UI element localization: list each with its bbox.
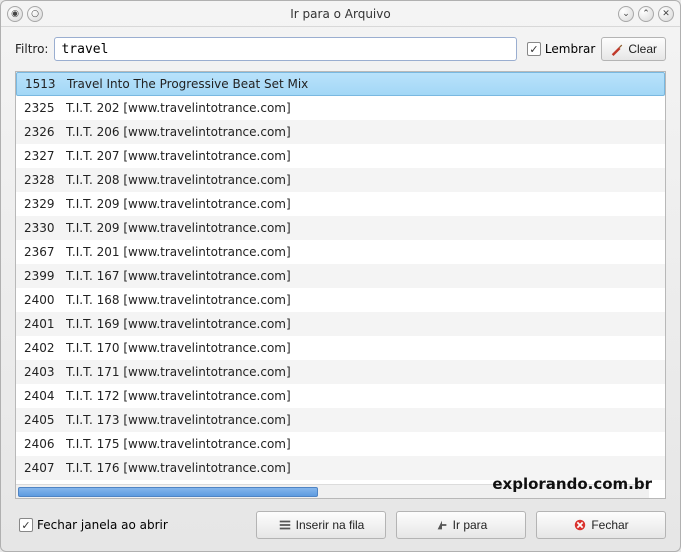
list-row[interactable]: 2403T.I.T. 171 [www.travelintotrance.com… <box>16 360 665 384</box>
row-id: 2328 <box>24 173 66 187</box>
row-title: T.I.T. 207 [www.travelintotrance.com] <box>66 149 657 163</box>
list-row[interactable]: 2367T.I.T. 201 [www.travelintotrance.com… <box>16 240 665 264</box>
checkmark-icon: ✓ <box>527 42 541 56</box>
row-title: T.I.T. 208 [www.travelintotrance.com] <box>66 173 657 187</box>
row-id: 2405 <box>24 413 66 427</box>
app-menu-icon[interactable]: ◉ <box>7 6 23 22</box>
queue-button-label: Inserir na fila <box>296 518 365 532</box>
checkmark-icon: ✓ <box>19 518 33 532</box>
filter-label: Filtro: <box>15 42 48 56</box>
close-button-label: Fechar <box>591 518 628 532</box>
filter-row: Filtro: ✓ Lembrar Clear <box>15 37 666 61</box>
row-id: 2407 <box>24 461 66 475</box>
row-id: 2330 <box>24 221 66 235</box>
list-row[interactable]: 1513Travel Into The Progressive Beat Set… <box>16 72 665 96</box>
row-id: 2325 <box>24 101 66 115</box>
close-window-icon[interactable]: ✕ <box>658 6 674 22</box>
queue-icon <box>278 518 292 532</box>
dialog-content: Filtro: ✓ Lembrar Clear 1513Travel Into … <box>1 27 680 551</box>
row-title: T.I.T. 209 [www.travelintotrance.com] <box>66 221 657 235</box>
list-row[interactable]: 2402T.I.T. 170 [www.travelintotrance.com… <box>16 336 665 360</box>
go-button-label: Ir para <box>453 518 488 532</box>
broom-icon <box>610 42 624 56</box>
dialog-footer: ✓ Fechar janela ao abrir Inserir na fila… <box>15 505 666 539</box>
horizontal-scroll-thumb[interactable] <box>18 487 318 497</box>
row-title: T.I.T. 175 [www.travelintotrance.com] <box>66 437 657 451</box>
row-title: Travel Into The Progressive Beat Set Mix <box>67 77 656 91</box>
row-id: 2367 <box>24 245 66 259</box>
remember-label: Lembrar <box>545 42 595 56</box>
close-button[interactable]: Fechar <box>536 511 666 539</box>
list-row[interactable]: 2329T.I.T. 209 [www.travelintotrance.com… <box>16 192 665 216</box>
row-title: T.I.T. 202 [www.travelintotrance.com] <box>66 101 657 115</box>
titlebar: ◉ ○ Ir para o Arquivo ⌄ ⌃ ✕ <box>1 1 680 27</box>
close-on-open-label: Fechar janela ao abrir <box>37 518 168 532</box>
row-id: 2404 <box>24 389 66 403</box>
row-title: T.I.T. 201 [www.travelintotrance.com] <box>66 245 657 259</box>
row-id: 2326 <box>24 125 66 139</box>
maximize-icon[interactable]: ⌃ <box>638 6 654 22</box>
sticky-icon[interactable]: ○ <box>27 6 43 22</box>
row-title: T.I.T. 170 [www.travelintotrance.com] <box>66 341 657 355</box>
list-row[interactable]: 2327T.I.T. 207 [www.travelintotrance.com… <box>16 144 665 168</box>
row-title: T.I.T. 209 [www.travelintotrance.com] <box>66 197 657 211</box>
list-row[interactable]: 2401T.I.T. 169 [www.travelintotrance.com… <box>16 312 665 336</box>
close-on-open-checkbox[interactable]: ✓ Fechar janela ao abrir <box>19 518 168 532</box>
filter-input[interactable] <box>54 37 516 61</box>
row-id: 2329 <box>24 197 66 211</box>
row-id: 2401 <box>24 317 66 331</box>
row-id: 2400 <box>24 293 66 307</box>
jump-icon <box>435 518 449 532</box>
window-title: Ir para o Arquivo <box>1 7 680 21</box>
row-title: T.I.T. 171 [www.travelintotrance.com] <box>66 365 657 379</box>
list-row[interactable]: 2405T.I.T. 173 [www.travelintotrance.com… <box>16 408 665 432</box>
list-row[interactable]: 2330T.I.T. 209 [www.travelintotrance.com… <box>16 216 665 240</box>
list-row[interactable]: 2399T.I.T. 167 [www.travelintotrance.com… <box>16 264 665 288</box>
row-id: 2327 <box>24 149 66 163</box>
row-title: T.I.T. 176 [www.travelintotrance.com] <box>66 461 657 475</box>
row-id: 2406 <box>24 437 66 451</box>
remember-checkbox[interactable]: ✓ Lembrar <box>527 42 595 56</box>
row-title: T.I.T. 173 [www.travelintotrance.com] <box>66 413 657 427</box>
list-row[interactable]: 2407T.I.T. 176 [www.travelintotrance.com… <box>16 456 665 480</box>
list-row[interactable]: 2406T.I.T. 175 [www.travelintotrance.com… <box>16 432 665 456</box>
row-title: T.I.T. 172 [www.travelintotrance.com] <box>66 389 657 403</box>
results-scroll[interactable]: 1513Travel Into The Progressive Beat Set… <box>16 72 665 484</box>
list-row[interactable]: 2400T.I.T. 168 [www.travelintotrance.com… <box>16 288 665 312</box>
row-id: 1513 <box>25 77 67 91</box>
list-row[interactable]: 2326T.I.T. 206 [www.travelintotrance.com… <box>16 120 665 144</box>
list-row[interactable]: 2404T.I.T. 172 [www.travelintotrance.com… <box>16 384 665 408</box>
horizontal-scrollbar[interactable] <box>16 484 649 498</box>
minimize-icon[interactable]: ⌄ <box>618 6 634 22</box>
list-row[interactable]: 2325T.I.T. 202 [www.travelintotrance.com… <box>16 96 665 120</box>
row-title: T.I.T. 167 [www.travelintotrance.com] <box>66 269 657 283</box>
dialog-window: ◉ ○ Ir para o Arquivo ⌄ ⌃ ✕ Filtro: ✓ Le… <box>0 0 681 552</box>
row-title: T.I.T. 169 [www.travelintotrance.com] <box>66 317 657 331</box>
results-list: 1513Travel Into The Progressive Beat Set… <box>15 71 666 499</box>
row-id: 2403 <box>24 365 66 379</box>
go-button[interactable]: Ir para <box>396 511 526 539</box>
clear-button[interactable]: Clear <box>601 37 666 61</box>
queue-button[interactable]: Inserir na fila <box>256 511 386 539</box>
row-id: 2399 <box>24 269 66 283</box>
row-id: 2402 <box>24 341 66 355</box>
row-title: T.I.T. 206 [www.travelintotrance.com] <box>66 125 657 139</box>
clear-button-label: Clear <box>628 42 657 56</box>
list-row[interactable]: 2328T.I.T. 208 [www.travelintotrance.com… <box>16 168 665 192</box>
row-title: T.I.T. 168 [www.travelintotrance.com] <box>66 293 657 307</box>
close-icon <box>573 518 587 532</box>
